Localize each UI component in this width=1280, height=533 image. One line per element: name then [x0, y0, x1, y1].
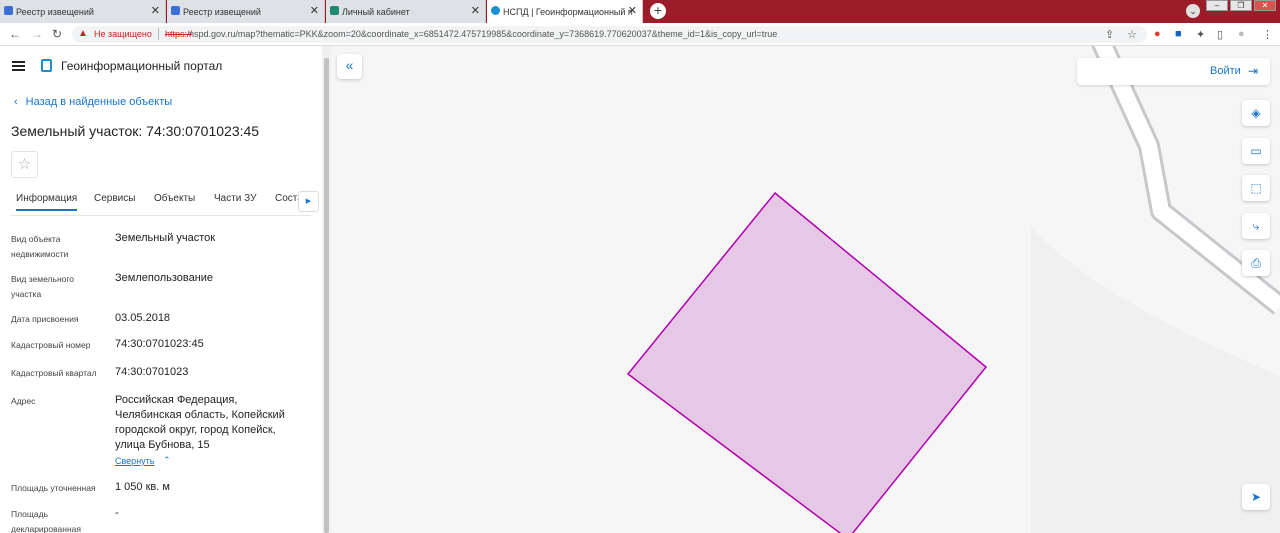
yandex-extension-icon[interactable]: ● — [1154, 28, 1161, 40]
minimize-icon[interactable]: – — [1206, 0, 1228, 11]
field-value: Земельный участок — [115, 232, 216, 244]
field-label: Вид земельного участка — [11, 274, 75, 299]
field-value: 74:30:0701023:45 — [115, 338, 204, 350]
tabs-scroll-right-icon[interactable]: ▶ — [298, 191, 319, 212]
object-title: Земельный участок: 74:30:0701023:45 — [11, 123, 260, 139]
field-label: Адрес — [11, 396, 36, 406]
field-value: - — [115, 507, 119, 519]
maximize-icon[interactable]: ❐ — [1230, 0, 1252, 11]
tab-information[interactable]: Информация — [16, 193, 78, 211]
address-value: Российская Федерация, Челябинская област… — [115, 394, 285, 451]
field-value: 03.05.2018 — [115, 312, 171, 324]
land-parcel-polygon[interactable] — [626, 191, 988, 533]
field-label: Кадастровый номер — [11, 340, 91, 350]
login-icon[interactable]: ⇥ — [1248, 64, 1258, 78]
chevron-left-icon: ‹ — [14, 96, 18, 108]
tab-search-icon[interactable]: ⌄ — [1186, 4, 1200, 18]
favicon-icon — [330, 6, 339, 15]
close-tab-icon[interactable]: ✕ — [628, 4, 637, 17]
back-to-results-link[interactable]: ‹ Назад в найденные объекты — [14, 96, 172, 108]
field-label: Площадь декларированная — [11, 509, 81, 533]
browser-tab[interactable]: Личный кабинет ✕ — [326, 0, 486, 23]
tab-title: НСПД | Геоинформационный п — [503, 6, 633, 17]
tab-title: Реестр извещений — [183, 6, 261, 17]
close-window-icon[interactable]: ✕ — [1254, 0, 1276, 11]
panel-scrollbar-thumb[interactable] — [324, 58, 329, 533]
close-tab-icon[interactable]: ✕ — [151, 4, 160, 17]
url-text: nspd.gov.ru/map?thematic=PKK&zoom=20&coo… — [189, 29, 778, 39]
field-value: Землепользование — [115, 272, 214, 284]
map-svg — [626, 46, 1280, 533]
security-label[interactable]: Не защищено — [94, 29, 152, 39]
object-info-panel: Геоинформационный портал ‹ Назад в найден… — [0, 46, 322, 533]
print-icon[interactable]: ⎙ — [1242, 250, 1270, 276]
share-icon[interactable]: ⇪ — [1105, 28, 1114, 41]
field-value: 1 050 кв. м — [115, 481, 170, 493]
favicon-icon — [4, 6, 13, 15]
login-button[interactable] — [1077, 58, 1270, 85]
ruler-icon[interactable]: ▭ — [1242, 138, 1270, 164]
field-label: Кадастровый квартал — [11, 368, 97, 378]
warning-icon: ▲ — [78, 28, 88, 39]
separator — [158, 28, 159, 40]
tab-objects[interactable]: Объекты — [154, 193, 195, 204]
browser-tab[interactable]: Реестр извещений ✕ — [167, 0, 325, 23]
field-label: Площадь уточненная — [11, 483, 96, 493]
portal-logo-icon — [41, 59, 52, 72]
info-tabs: Информация Сервисы Объекты Части ЗУ Сост… — [11, 193, 311, 215]
area-select-icon[interactable]: ⬚ — [1242, 175, 1270, 201]
tab-title: Личный кабинет — [342, 6, 410, 17]
collapse-link[interactable]: Свернуть — [115, 456, 154, 466]
puzzle-extensions-icon[interactable]: ✦ — [1196, 28, 1205, 41]
favicon-icon — [491, 6, 500, 15]
extension-icon[interactable]: ■ — [1175, 28, 1182, 40]
tab-title: Реестр извещений — [16, 6, 94, 17]
field-label: Дата присвоения — [11, 314, 79, 324]
profile-avatar-icon[interactable]: ● — [1238, 28, 1245, 40]
browser-toolbar: ← → ↻ ▲ Не защищено https:// nspd.gov.ru… — [0, 23, 1280, 46]
close-tab-icon[interactable]: ✕ — [310, 4, 319, 17]
map-canvas[interactable] — [331, 46, 1280, 533]
collapse-panel-button[interactable]: « — [337, 54, 362, 79]
bookmark-star-icon[interactable]: ☆ — [1127, 28, 1137, 41]
close-tab-icon[interactable]: ✕ — [471, 4, 480, 17]
new-tab-button[interactable]: + — [650, 3, 666, 19]
sidepanel-icon[interactable]: ▯ — [1217, 28, 1223, 41]
portal-name: Геоинформационный портал — [61, 59, 223, 73]
chevron-up-icon[interactable]: ⌃ — [163, 455, 171, 466]
share-map-icon[interactable]: ⤷ — [1242, 213, 1270, 239]
browser-tab[interactable]: Реестр извещений ✕ — [0, 0, 166, 23]
layers-icon[interactable]: ◈ — [1242, 100, 1270, 126]
favorite-star-button[interactable]: ☆ — [11, 151, 38, 178]
tab-parts[interactable]: Части ЗУ — [214, 193, 256, 204]
login-label[interactable]: Войти — [1210, 65, 1241, 77]
browser-tab-active[interactable]: НСПД | Геоинформационный п ✕ — [487, 0, 643, 23]
tab-services[interactable]: Сервисы — [94, 193, 135, 204]
geolocation-icon[interactable]: ➤ — [1242, 484, 1270, 510]
hamburger-menu-icon[interactable] — [12, 61, 25, 71]
url-scheme: https:// — [165, 29, 193, 39]
back-link-label: Назад в найденные объекты — [25, 96, 173, 108]
field-value: 74:30:0701023 — [115, 366, 189, 378]
menu-kebab-icon[interactable]: ⋮ — [1262, 28, 1273, 41]
favicon-icon — [171, 6, 180, 15]
back-arrow-icon[interactable]: ← — [9, 27, 21, 41]
tabs-divider — [11, 215, 311, 216]
window-controls: – ❐ ✕ — [1206, 0, 1276, 11]
reload-icon[interactable]: ↻ — [52, 27, 62, 41]
forward-arrow-icon[interactable]: → — [31, 27, 43, 41]
field-label: Вид объекта недвижимости — [11, 234, 69, 259]
